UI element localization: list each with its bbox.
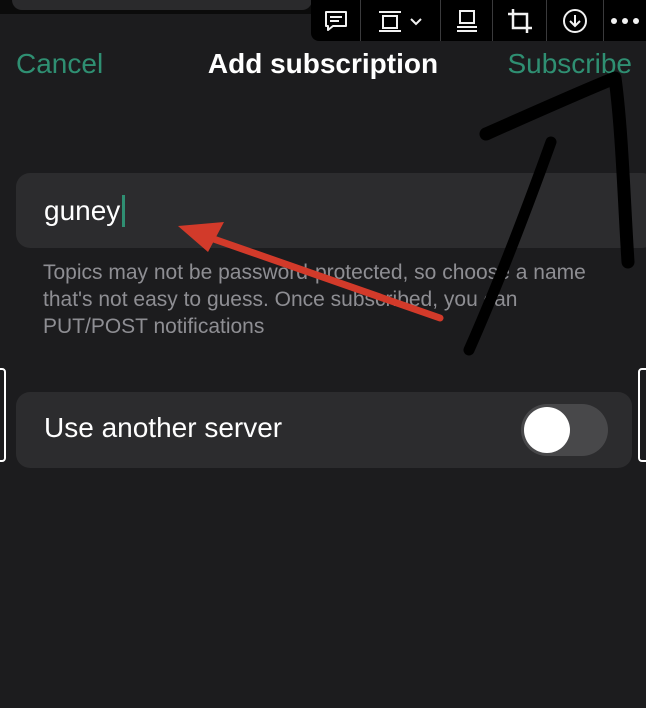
use-another-server-row: Use another server <box>16 392 632 468</box>
use-another-server-toggle[interactable] <box>521 404 608 456</box>
download-icon[interactable] <box>547 0 604 41</box>
background-sheet-pill <box>12 0 312 10</box>
use-another-server-label: Use another server <box>44 412 283 443</box>
crop-handle-right[interactable] <box>638 368 646 462</box>
topic-input-value: guney <box>44 195 126 227</box>
topic-hint-text: Topics may not be password-protected, so… <box>43 261 586 338</box>
layout-icon[interactable] <box>441 0 494 41</box>
toggle-knob <box>524 407 570 453</box>
crop-handle-left[interactable] <box>0 368 6 462</box>
comment-icon[interactable] <box>311 0 362 41</box>
topic-input[interactable]: guney <box>16 173 646 248</box>
crop-icon[interactable] <box>493 0 548 41</box>
text-caret <box>122 195 126 227</box>
topic-input-text: guney <box>44 195 121 226</box>
align-dropdown-icon[interactable] <box>361 0 442 41</box>
more-icon[interactable] <box>604 0 646 41</box>
subscription-sheet: Cancel Add subscription Subscribe guney … <box>0 0 646 708</box>
markup-toolbar <box>311 0 646 41</box>
subscribe-button[interactable]: Subscribe <box>507 48 632 80</box>
markup-annotations <box>178 71 635 356</box>
